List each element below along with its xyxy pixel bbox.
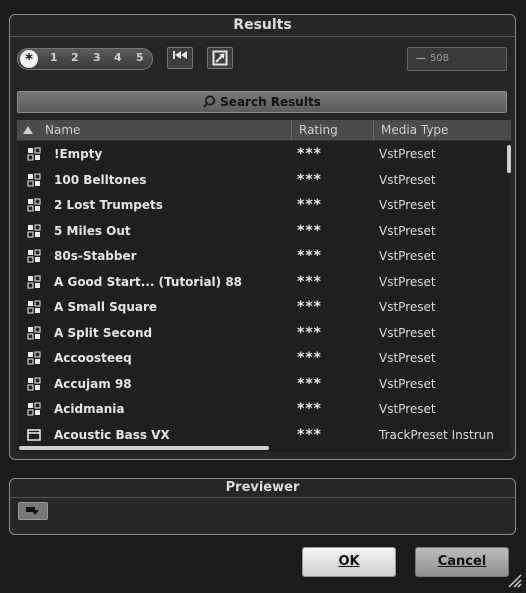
- search-icon: [203, 92, 216, 112]
- column-header-name[interactable]: Name: [45, 120, 80, 140]
- row-media-type: VstPreset: [379, 249, 436, 263]
- row-name: Acoustic Bass VX: [54, 427, 170, 442]
- column-header-rating[interactable]: Rating: [299, 120, 338, 140]
- search-results-label: Search Results: [220, 95, 321, 109]
- row-rating: ***: [297, 324, 322, 341]
- row-rating: ***: [297, 248, 322, 264]
- vst-preset-icon: [27, 275, 41, 288]
- track-preset-icon: [27, 428, 41, 441]
- table-row[interactable]: A Small Square *** VstPreset: [17, 295, 511, 321]
- rating-level-2[interactable]: 2: [71, 51, 79, 64]
- row-name: Accujam 98: [54, 376, 132, 391]
- rating-level-3[interactable]: 3: [93, 51, 101, 64]
- cancel-button[interactable]: Cancel: [415, 547, 509, 577]
- resize-grip-icon[interactable]: [506, 572, 522, 588]
- rating-filter[interactable]: * 1 2 3 4 5: [17, 48, 153, 70]
- row-name: 80s-Stabber: [54, 249, 137, 263]
- previewer-panel: Previewer: [9, 478, 516, 535]
- row-rating: ***: [297, 350, 322, 366]
- row-media-type: VstPreset: [379, 402, 436, 416]
- sync-icon: [212, 50, 228, 66]
- row-rating: ***: [297, 171, 322, 188]
- results-rows: !Empty *** VstPreset 100 Belltones *** V…: [17, 142, 511, 448]
- row-media-type: VstPreset: [379, 325, 436, 340]
- vertical-scrollbar[interactable]: [507, 145, 511, 173]
- row-rating: ***: [297, 401, 322, 417]
- row-rating: ***: [297, 426, 322, 443]
- vst-preset-icon: [27, 147, 41, 161]
- rating-level-4[interactable]: 4: [114, 51, 122, 64]
- skip-to-start-icon: [173, 51, 187, 59]
- table-row[interactable]: A Good Start... (Tutorial) 88 *** VstPre…: [17, 270, 511, 296]
- vst-preset-icon: [27, 300, 41, 314]
- vst-preset-icon: [27, 377, 41, 390]
- preview-play-icon: [26, 507, 39, 515]
- vst-preset-icon: [27, 173, 41, 186]
- minus-icon: —: [416, 53, 426, 64]
- results-toolbar: * 1 2 3 4 5 — 508: [17, 46, 507, 72]
- row-name: 5 Miles Out: [54, 223, 131, 238]
- vst-preset-icon: [27, 249, 41, 263]
- star-filter-button[interactable]: *: [20, 50, 38, 68]
- table-row[interactable]: 5 Miles Out *** VstPreset: [17, 219, 511, 245]
- rating-level-5[interactable]: 5: [136, 51, 144, 64]
- row-media-type: VstPreset: [379, 172, 436, 187]
- table-row[interactable]: !Empty *** VstPreset: [17, 142, 511, 168]
- row-name: 2 Lost Trumpets: [54, 198, 163, 212]
- row-media-type: VstPreset: [379, 274, 436, 289]
- column-header-media-type[interactable]: Media Type: [381, 120, 448, 140]
- sort-ascending-icon[interactable]: [23, 120, 33, 140]
- row-media-type: VstPreset: [379, 300, 436, 314]
- row-name: 100 Belltones: [54, 172, 147, 187]
- results-table: Name Rating Media Type !Empty *** VstPre…: [17, 120, 511, 452]
- row-rating: ***: [297, 273, 322, 290]
- row-media-type: VstPreset: [379, 147, 436, 161]
- row-rating: ***: [297, 197, 322, 213]
- table-header: Name Rating Media Type: [17, 120, 511, 141]
- row-media-type: VstPreset: [379, 376, 436, 391]
- row-name: A Split Second: [54, 325, 153, 340]
- row-media-type: VstPreset: [379, 351, 436, 365]
- ok-button[interactable]: OK: [302, 547, 396, 577]
- row-media-type: TrackPreset Instrun: [379, 427, 494, 442]
- row-name: Accoosteeq: [54, 351, 132, 365]
- results-title: Results: [10, 15, 515, 37]
- rating-level-1[interactable]: 1: [50, 51, 58, 64]
- row-rating: ***: [297, 222, 322, 239]
- table-row[interactable]: Accoosteeq *** VstPreset: [17, 346, 511, 372]
- result-count-field: — 508: [407, 47, 507, 71]
- vst-preset-icon: [27, 198, 41, 212]
- table-row[interactable]: A Split Second *** VstPreset: [17, 321, 511, 347]
- row-media-type: VstPreset: [379, 198, 436, 212]
- row-name: Acidmania: [54, 402, 125, 416]
- table-row[interactable]: 2 Lost Trumpets *** VstPreset: [17, 193, 511, 219]
- result-count-value: 508: [430, 53, 450, 64]
- skip-to-start-button[interactable]: [167, 47, 193, 69]
- row-rating: ***: [297, 375, 322, 392]
- previewer-title: Previewer: [10, 479, 515, 498]
- table-row[interactable]: Acoustic Bass VX *** TrackPreset Instrun: [17, 423, 511, 449]
- table-row[interactable]: 100 Belltones *** VstPreset: [17, 168, 511, 194]
- table-row[interactable]: Acidmania *** VstPreset: [17, 397, 511, 423]
- vst-preset-icon: [27, 351, 41, 365]
- row-name: A Small Square: [54, 300, 158, 314]
- search-results-button[interactable]: Search Results: [17, 91, 507, 113]
- row-name: !Empty: [54, 147, 103, 161]
- table-row[interactable]: 80s-Stabber *** VstPreset: [17, 244, 511, 270]
- vst-preset-icon: [27, 224, 41, 237]
- row-rating: ***: [297, 146, 322, 162]
- table-row[interactable]: Accujam 98 *** VstPreset: [17, 372, 511, 398]
- sync-selection-button[interactable]: [207, 47, 233, 69]
- previewer-play-button[interactable]: [18, 502, 48, 520]
- vst-preset-icon: [27, 326, 41, 339]
- vst-preset-icon: [27, 402, 41, 416]
- row-media-type: VstPreset: [379, 223, 436, 238]
- horizontal-scrollbar[interactable]: [19, 446, 269, 450]
- row-name: A Good Start... (Tutorial) 88: [54, 274, 243, 289]
- row-rating: ***: [297, 299, 322, 315]
